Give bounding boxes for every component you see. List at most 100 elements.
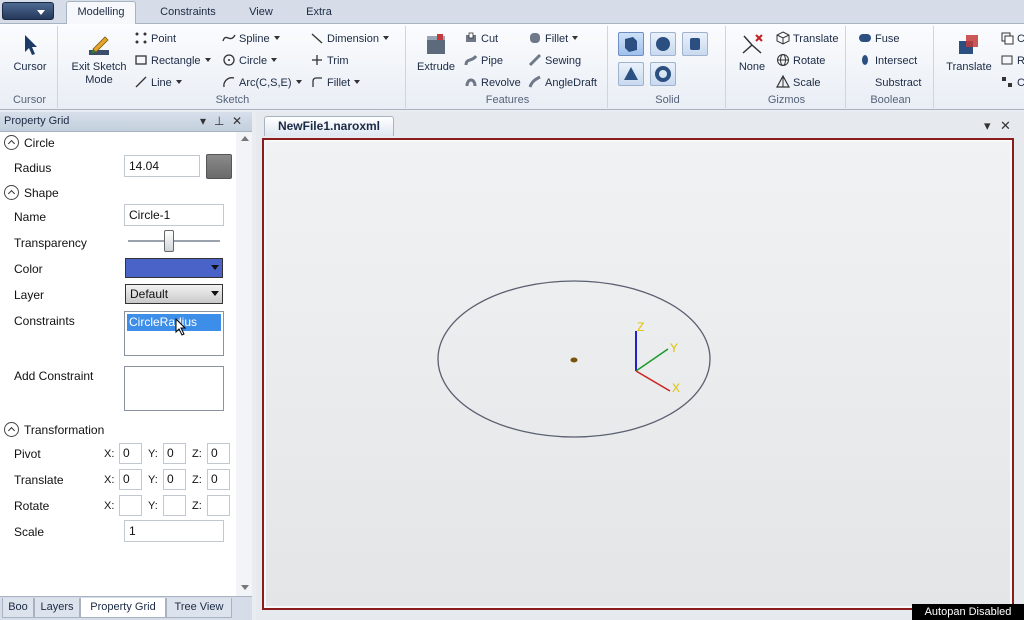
extra-button-1[interactable]: C xyxy=(1000,30,1024,48)
tab-view[interactable]: View xyxy=(238,2,284,24)
translate-x-input[interactable]: 0 xyxy=(119,469,142,490)
rectangle-button[interactable]: Rectangle xyxy=(134,52,211,70)
document-tab[interactable]: NewFile1.naroxml xyxy=(264,116,394,136)
revolve-button[interactable]: Revolve xyxy=(464,74,521,92)
scroll-down-icon[interactable] xyxy=(241,585,249,590)
cut-button[interactable]: Cut xyxy=(464,30,498,48)
y-axis-line[interactable] xyxy=(635,348,669,372)
cursor-button[interactable]: Cursor xyxy=(8,32,52,74)
x-axis-line[interactable] xyxy=(635,370,671,392)
z-axis-label: Z xyxy=(637,320,644,334)
radius-input[interactable]: 14.04 xyxy=(124,155,200,177)
add-constraint-list[interactable] xyxy=(124,366,224,411)
rectangle-icon xyxy=(135,55,147,65)
pivot-x-label: X: xyxy=(104,448,115,460)
substract-button[interactable]: Substract xyxy=(858,74,921,92)
extra-label-1: C xyxy=(1017,33,1024,45)
cursor-group-label: Cursor xyxy=(12,94,46,106)
solid-torus-button[interactable] xyxy=(650,62,676,86)
translate-z-input[interactable]: 0 xyxy=(207,469,230,490)
transparency-slider-thumb[interactable] xyxy=(164,230,175,252)
tab-extra[interactable]: Extra xyxy=(296,2,342,24)
arc-button[interactable]: Arc(C,S,E) xyxy=(222,74,302,92)
property-grid-scrollbar[interactable] xyxy=(236,132,252,596)
fillet-button[interactable]: Fillet xyxy=(528,30,579,48)
pivot-z-input[interactable]: 0 xyxy=(207,443,230,464)
shape-section-header[interactable]: Shape xyxy=(4,184,59,202)
rotate-z-input[interactable] xyxy=(207,495,230,516)
solid-sphere-button[interactable] xyxy=(650,32,676,56)
gizmo-translate-button[interactable]: Translate xyxy=(776,30,838,48)
document-menu-icon[interactable]: ▾ xyxy=(984,118,991,134)
trim-button[interactable]: Trim xyxy=(310,52,349,70)
document-close-icon[interactable]: ✕ xyxy=(1000,118,1011,134)
line-button[interactable]: Line xyxy=(134,74,182,92)
features-group-label: Features xyxy=(485,94,530,106)
fillet-label: Fillet xyxy=(545,33,569,45)
gizmo-rotate-label: Rotate xyxy=(793,55,826,67)
pivot-x-input[interactable]: 0 xyxy=(119,443,142,464)
radius-color-swatch[interactable] xyxy=(206,154,232,179)
extra-button-2[interactable]: R xyxy=(1000,52,1024,70)
tab-modelling[interactable]: Modelling xyxy=(66,1,136,25)
transparency-label: Transparency xyxy=(14,236,87,250)
translate-label: Translate xyxy=(946,61,992,73)
translate-button[interactable]: Translate xyxy=(944,32,994,74)
circle-button[interactable]: Circle xyxy=(222,52,278,70)
solid-cylinder-button[interactable] xyxy=(682,32,708,56)
close-icon[interactable]: ✕ xyxy=(232,114,242,128)
collapse-chevron-icon xyxy=(4,422,19,437)
pin-icon[interactable]: ⊥ xyxy=(214,114,224,128)
extrude-button[interactable]: Extrude xyxy=(414,32,458,74)
spline-button[interactable]: Spline xyxy=(222,30,280,48)
point-label: Point xyxy=(151,33,177,45)
axis-gizmo[interactable]: Z Y X xyxy=(635,320,680,395)
circle-center-point[interactable] xyxy=(570,357,578,363)
scroll-up-icon[interactable] xyxy=(241,136,249,141)
gizmo-scale-label: Scale xyxy=(793,77,821,89)
sketch-fillet-button[interactable]: Fillet xyxy=(310,74,361,92)
panel-menu-icon[interactable]: ▾ xyxy=(200,114,206,128)
add-constraint-label: Add Constraint xyxy=(14,369,94,383)
translate-y-input[interactable]: 0 xyxy=(163,469,186,490)
point-button[interactable]: Point xyxy=(134,30,176,48)
substract-label: Substract xyxy=(875,77,922,89)
constraint-item-selected[interactable]: CircleRadius xyxy=(127,314,221,331)
intersect-button[interactable]: Intersect xyxy=(858,52,917,70)
arc-icon xyxy=(223,77,235,88)
sewing-button[interactable]: Sewing xyxy=(528,52,581,70)
3d-viewport[interactable]: Z Y X xyxy=(262,138,1014,610)
scale-input[interactable]: 1 xyxy=(124,520,224,542)
dimension-button[interactable]: Dimension xyxy=(310,30,389,48)
rotate-x-input[interactable] xyxy=(119,495,142,516)
solid-box-button[interactable] xyxy=(618,32,644,56)
pencil-sketch-icon xyxy=(89,36,109,55)
gizmo-none-button[interactable]: None xyxy=(734,32,770,74)
layer-dropdown[interactable]: Default xyxy=(125,284,223,304)
solid-cone-button[interactable] xyxy=(618,62,644,86)
fuse-button[interactable]: Fuse xyxy=(858,30,899,48)
pipe-button[interactable]: Pipe xyxy=(464,52,503,70)
color-dropdown[interactable] xyxy=(125,258,223,278)
pivot-y-input[interactable]: 0 xyxy=(163,443,186,464)
circle-section-header[interactable]: Circle xyxy=(4,134,55,152)
gizmo-rotate-button[interactable]: Rotate xyxy=(776,52,825,70)
tab-property-grid[interactable]: Property Grid xyxy=(80,598,166,618)
revolve-icon xyxy=(465,78,477,87)
transformation-section-header[interactable]: Transformation xyxy=(4,421,104,439)
constraints-list[interactable]: CircleRadius xyxy=(124,311,224,356)
tab-layers[interactable]: Layers xyxy=(34,598,80,618)
application-menu-button[interactable] xyxy=(2,2,54,20)
tab-tree-view[interactable]: Tree View xyxy=(166,598,232,618)
extrude-label: Extrude xyxy=(417,61,455,73)
tab-constraints[interactable]: Constraints xyxy=(150,2,226,24)
cone-icon xyxy=(624,67,638,80)
rotate-y-input[interactable] xyxy=(163,495,186,516)
extra-button-3[interactable]: C xyxy=(1000,74,1024,92)
angledraft-button[interactable]: AngleDraft xyxy=(528,74,597,92)
exit-sketch-mode-button[interactable]: Exit Sketch Mode xyxy=(68,32,130,87)
gizmo-scale-button[interactable]: Scale xyxy=(776,74,821,92)
trim-icon xyxy=(312,55,322,65)
name-input[interactable]: Circle-1 xyxy=(124,204,224,226)
tab-boo[interactable]: Boo xyxy=(2,598,34,618)
